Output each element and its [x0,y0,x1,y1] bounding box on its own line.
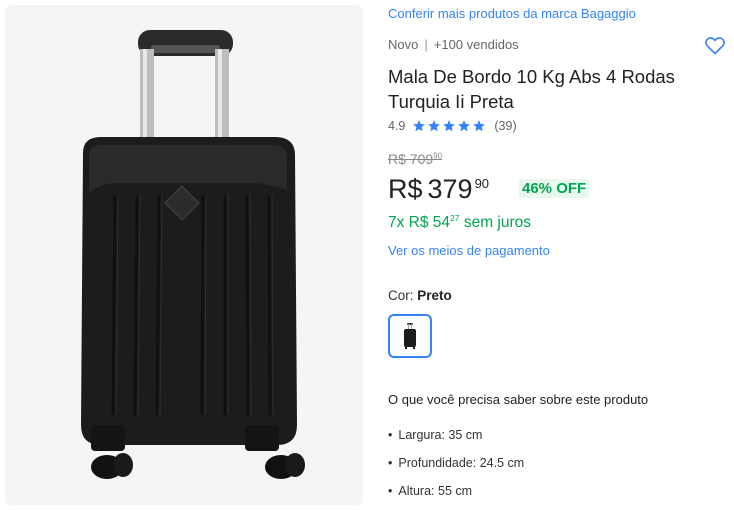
product-image[interactable] [5,5,363,505]
specs-title: O que você precisa saber sobre este prod… [388,392,649,407]
brand-link[interactable]: Conferir mais produtos da marca Bagaggio [388,6,636,21]
rating[interactable]: 4.9 (39) [388,117,517,135]
installments: 7x R$ 5427 sem juros [388,213,531,232]
color-swatch-preto[interactable] [388,314,432,358]
installments-cents: 27 [450,213,460,223]
price-currency: R$ [388,174,423,204]
rating-score: 4.9 [388,119,406,133]
current-price: R$ 379 90 [388,172,489,206]
old-price-currency: R$ [388,151,406,167]
suitcase-image [81,30,305,479]
sold-count: +100 vendidos [433,37,519,52]
payment-methods-link[interactable]: Ver os meios de pagamento [388,243,550,258]
product-subtitle: Novo | +100 vendidos [388,37,519,52]
star-icon [458,120,471,132]
specs-list: Largura: 35 cm Profundidade: 24.5 cm Alt… [388,426,524,510]
rating-count: (39) [494,119,517,133]
old-price-cents: 90 [433,151,443,161]
installments-suffix: sem juros [463,214,532,232]
price-cents: 90 [474,176,490,191]
color-value: Preto [417,288,452,303]
rating-stars [412,119,486,133]
heart-icon[interactable] [703,33,727,57]
discount-badge: 46% OFF [519,179,590,198]
star-icon [413,120,426,132]
color-label-text: Cor: [388,288,414,303]
spec-width: Largura: 35 cm [388,426,524,454]
spec-height: Altura: 55 cm [388,482,524,510]
star-icon [443,120,456,132]
old-price-int: 709 [409,151,434,167]
star-icon [428,120,441,132]
star-icon [473,120,486,132]
separator: | [424,37,428,52]
price-int: 379 [427,174,473,204]
product-title: Mala De Bordo 10 Kg Abs 4 Rodas Turquia … [388,66,675,112]
condition-label: Novo [388,37,419,52]
old-price: R$ 70990 [388,151,442,167]
color-label: Cor: Preto [388,288,452,303]
spec-depth: Profundidade: 24.5 cm [388,454,524,482]
suitcase-thumbnail [404,323,416,349]
installments-amount: 7x R$ 54 [388,214,451,232]
